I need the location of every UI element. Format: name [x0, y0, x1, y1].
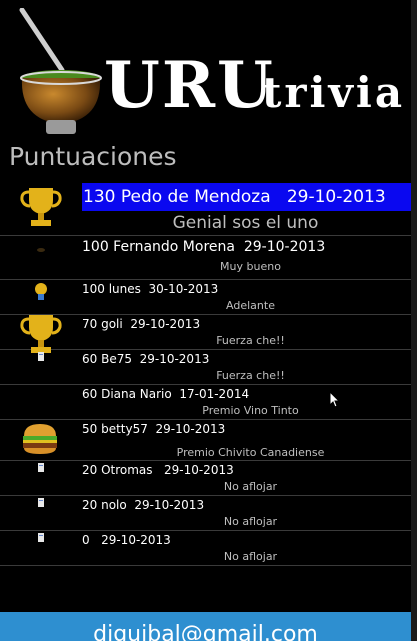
list-item[interactable]: 20 nolo 29-10-2013 No aflojar [0, 496, 411, 531]
score-message: Genial sos el uno [172, 213, 319, 233]
score-message: No aflojar [223, 515, 278, 528]
scores-list: 130 Pedo de Mendoza 29-10-2013 Genial so… [0, 180, 411, 566]
small-document-icon [38, 352, 44, 361]
list-item[interactable]: 100 lunes 30-10-2013 Adelante [0, 280, 411, 315]
score-entry: 100 lunes 30-10-2013 [82, 282, 219, 296]
score-message: Muy bueno [220, 260, 281, 273]
mouse-cursor-icon [329, 391, 341, 408]
score-message: Fuerza che!! [216, 334, 285, 347]
score-message: Fuerza che!! [216, 369, 285, 382]
score-entry: 60 Diana Nario 17-01-2014 [82, 387, 250, 401]
score-entry: 20 nolo 29-10-2013 [82, 498, 205, 512]
small-dot-icon [37, 248, 45, 252]
list-item[interactable]: 70 goli 29-10-2013 Fuerza che!! [0, 315, 411, 353]
small-document-icon [38, 463, 44, 472]
scrollbar[interactable] [411, 0, 417, 641]
mate-logo-icon [19, 8, 102, 134]
score-entry: 100 Fernando Morena 29-10-2013 [82, 239, 326, 255]
score-entry: 130 Pedo de Mendoza 29-10-2013 [82, 183, 411, 211]
logo-uru-text: URU [104, 48, 275, 123]
footer-bar[interactable]: diguibal@gmail.com [0, 612, 411, 641]
medal-icon [35, 283, 47, 300]
score-message: No aflojar [223, 550, 278, 563]
score-entry: 50 betty57 29-10-2013 [82, 422, 226, 436]
list-item[interactable]: 50 betty57 29-10-2013 Premio Chivito Can… [0, 420, 411, 461]
small-document-icon [38, 498, 44, 507]
list-item[interactable]: 0 29-10-2013 No aflojar [0, 531, 411, 566]
score-entry: 0 29-10-2013 [82, 533, 171, 547]
contact-email-link[interactable]: diguibal@gmail.com [0, 622, 411, 641]
score-entry: 70 goli 29-10-2013 [82, 317, 201, 331]
list-item[interactable]: 60 Diana Nario 17-01-2014 Premio Vino Ti… [0, 385, 411, 420]
score-entry: 20 Otromas 29-10-2013 [82, 463, 234, 477]
list-item[interactable]: 130 Pedo de Mendoza 29-10-2013 Genial so… [0, 180, 411, 236]
app-header: URU trivia [0, 0, 417, 140]
score-entry: 60 Be75 29-10-2013 [82, 352, 210, 366]
score-message: Premio Chivito Canadiense [176, 446, 325, 459]
logo-trivia-text: trivia [262, 68, 406, 117]
page-title: Puntuaciones [9, 142, 177, 171]
score-message: Premio Vino Tinto [202, 404, 299, 417]
small-document-icon [38, 533, 44, 542]
list-item[interactable]: 100 Fernando Morena 29-10-2013 Muy bueno [0, 236, 411, 280]
score-message: No aflojar [223, 480, 278, 493]
list-item[interactable]: 60 Be75 29-10-2013 Fuerza che!! [0, 350, 411, 385]
list-item[interactable]: 20 Otromas 29-10-2013 No aflojar [0, 461, 411, 496]
